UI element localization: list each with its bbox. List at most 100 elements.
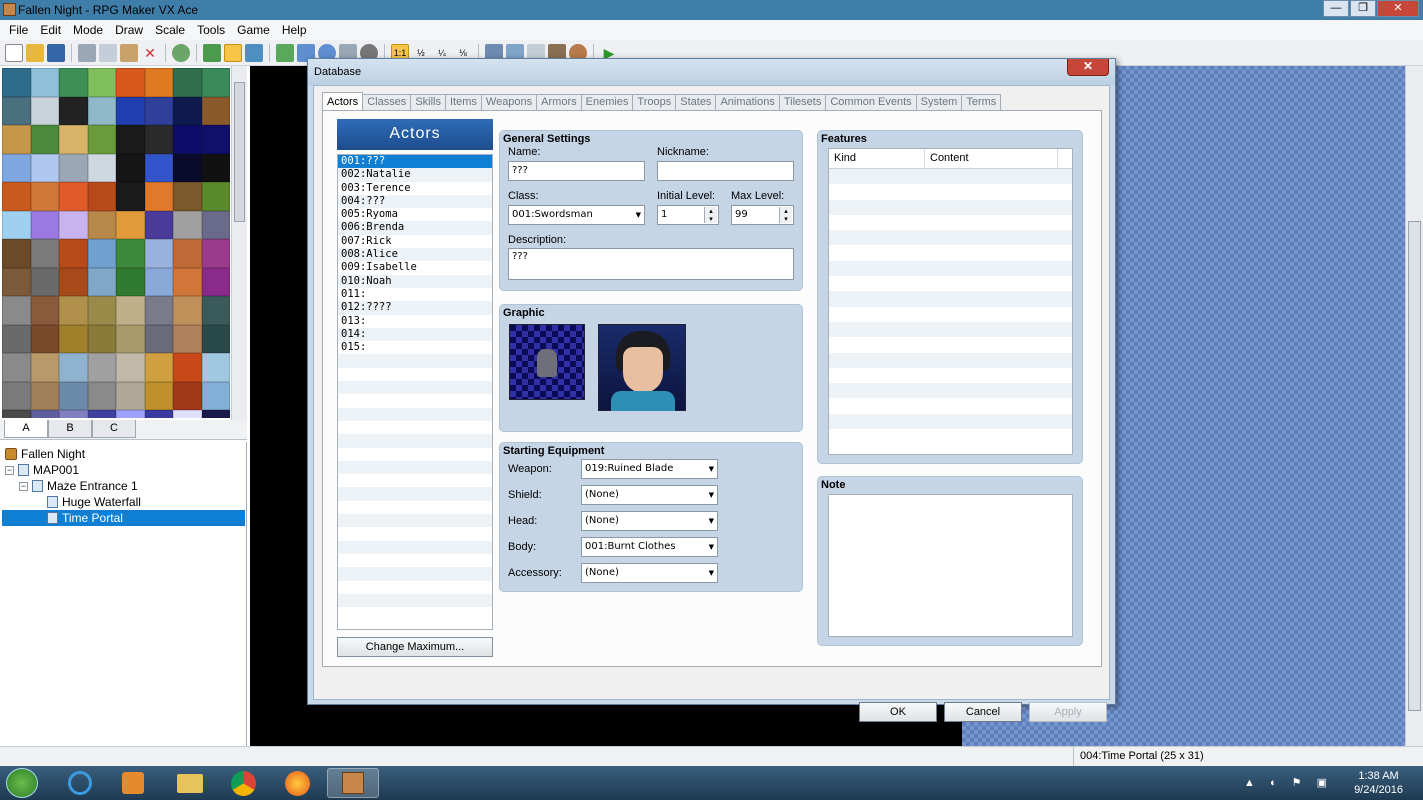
head-select[interactable]: (None) bbox=[581, 511, 718, 531]
region-layer-icon[interactable] bbox=[245, 43, 263, 62]
actor-list-item[interactable]: 013: bbox=[338, 315, 492, 328]
tile-swatch[interactable] bbox=[59, 153, 88, 182]
tile-swatch[interactable] bbox=[2, 410, 31, 418]
tile-swatch[interactable] bbox=[2, 68, 31, 97]
tile-swatch[interactable] bbox=[144, 153, 173, 182]
menu-help[interactable]: Help bbox=[276, 23, 313, 37]
tile-swatch[interactable] bbox=[144, 210, 173, 239]
tile-swatch[interactable] bbox=[87, 296, 116, 325]
weapon-select[interactable]: 019:Ruined Blade bbox=[581, 459, 718, 479]
actor-list-item[interactable]: 006:Brenda bbox=[338, 221, 492, 235]
tileset-palette[interactable] bbox=[0, 66, 247, 420]
description-field[interactable]: ??? bbox=[508, 248, 794, 280]
tile-swatch[interactable] bbox=[116, 267, 145, 296]
tile-swatch[interactable] bbox=[201, 267, 230, 296]
tile-swatch[interactable] bbox=[87, 267, 116, 296]
collapse-icon[interactable]: − bbox=[5, 465, 14, 475]
tileset-tab-c[interactable]: C bbox=[92, 420, 136, 438]
tile-swatch[interactable] bbox=[201, 381, 230, 410]
initial-level-stepper[interactable]: 1 bbox=[657, 205, 719, 225]
map-layer-icon[interactable] bbox=[203, 43, 221, 62]
actor-list-item[interactable] bbox=[338, 581, 492, 594]
features-row[interactable] bbox=[829, 337, 1072, 352]
actor-list-item[interactable]: 008:Alice bbox=[338, 248, 492, 262]
note-textarea[interactable] bbox=[828, 494, 1073, 637]
tile-swatch[interactable] bbox=[59, 324, 88, 353]
tile-swatch[interactable] bbox=[144, 410, 173, 418]
tile-swatch[interactable] bbox=[59, 125, 88, 154]
tile-swatch[interactable] bbox=[59, 353, 88, 382]
tile-swatch[interactable] bbox=[87, 153, 116, 182]
tab-system[interactable]: System bbox=[916, 94, 963, 111]
tab-actors[interactable]: Actors bbox=[322, 92, 364, 111]
features-row[interactable] bbox=[829, 230, 1072, 246]
character-sprite-image[interactable] bbox=[509, 324, 585, 400]
actor-list-item[interactable]: 002:Natalie bbox=[338, 168, 492, 182]
actor-list-item[interactable] bbox=[338, 394, 492, 407]
tile-swatch[interactable] bbox=[30, 68, 59, 97]
tile-swatch[interactable] bbox=[2, 239, 31, 268]
tile-swatch[interactable] bbox=[59, 68, 88, 97]
tile-swatch[interactable] bbox=[2, 324, 31, 353]
pencil-icon[interactable] bbox=[276, 43, 294, 62]
tile-grid[interactable] bbox=[2, 68, 230, 418]
change-maximum-button[interactable]: Change Maximum... bbox=[337, 637, 493, 657]
menu-mode[interactable]: Mode bbox=[67, 23, 109, 37]
open-project-icon[interactable] bbox=[26, 43, 44, 62]
tile-swatch[interactable] bbox=[116, 125, 145, 154]
tile-swatch[interactable] bbox=[144, 68, 173, 97]
save-project-icon[interactable] bbox=[47, 43, 65, 62]
ok-button[interactable]: OK bbox=[859, 702, 937, 722]
delete-icon[interactable]: ✕ bbox=[141, 44, 159, 62]
tile-swatch[interactable] bbox=[30, 182, 59, 211]
file-explorer-icon[interactable] bbox=[164, 768, 216, 798]
tile-swatch[interactable] bbox=[116, 153, 145, 182]
tile-swatch[interactable] bbox=[173, 125, 202, 154]
actor-list-item[interactable]: 011: bbox=[338, 288, 492, 301]
tile-swatch[interactable] bbox=[2, 381, 31, 410]
tile-swatch[interactable] bbox=[30, 353, 59, 382]
features-row[interactable] bbox=[829, 245, 1072, 260]
tile-swatch[interactable] bbox=[201, 296, 230, 325]
tileset-scrollbar[interactable] bbox=[231, 66, 247, 420]
menu-scale[interactable]: Scale bbox=[149, 23, 191, 37]
tile-swatch[interactable] bbox=[116, 68, 145, 97]
actors-list[interactable]: 001:??? 002:Natalie 003:Terence 004:??? 005:… bbox=[337, 154, 493, 630]
tile-swatch[interactable] bbox=[201, 153, 230, 182]
tile-swatch[interactable] bbox=[144, 296, 173, 325]
tileset-tab-a[interactable]: A bbox=[4, 420, 48, 438]
tile-swatch[interactable] bbox=[201, 182, 230, 211]
tab-weapons[interactable]: Weapons bbox=[481, 94, 538, 111]
tile-swatch[interactable] bbox=[201, 410, 230, 418]
features-row[interactable] bbox=[829, 383, 1072, 399]
menu-draw[interactable]: Draw bbox=[109, 23, 149, 37]
taskbar-clock[interactable]: 1:38 AM 9/24/2016 bbox=[1354, 769, 1403, 797]
tab-items[interactable]: Items bbox=[445, 94, 482, 111]
tile-swatch[interactable] bbox=[116, 324, 145, 353]
tile-swatch[interactable] bbox=[116, 381, 145, 410]
actor-list-item[interactable] bbox=[338, 540, 492, 554]
tile-swatch[interactable] bbox=[116, 182, 145, 211]
paste-icon[interactable] bbox=[120, 43, 138, 62]
actor-list-item[interactable]: 012:???? bbox=[338, 301, 492, 315]
features-row[interactable] bbox=[829, 368, 1072, 383]
dialog-title-bar[interactable]: Database ✕ bbox=[308, 59, 1115, 85]
features-row[interactable] bbox=[829, 215, 1072, 230]
tile-swatch[interactable] bbox=[59, 239, 88, 268]
tile-swatch[interactable] bbox=[87, 125, 116, 154]
tile-swatch[interactable] bbox=[116, 296, 145, 325]
features-row[interactable] bbox=[829, 413, 1072, 430]
tile-swatch[interactable] bbox=[2, 153, 31, 182]
features-row[interactable] bbox=[829, 276, 1072, 291]
tile-swatch[interactable] bbox=[173, 410, 202, 418]
actor-list-item[interactable] bbox=[338, 460, 492, 475]
tile-swatch[interactable] bbox=[144, 182, 173, 211]
tile-swatch[interactable] bbox=[201, 353, 230, 382]
tile-swatch[interactable] bbox=[144, 267, 173, 296]
actor-list-item[interactable]: 015: bbox=[338, 341, 492, 354]
tab-common-events[interactable]: Common Events bbox=[826, 94, 917, 111]
collapse-icon[interactable]: − bbox=[19, 481, 28, 491]
tileset-tab-b[interactable]: B bbox=[48, 420, 92, 438]
tile-swatch[interactable] bbox=[116, 353, 145, 382]
tile-swatch[interactable] bbox=[201, 68, 230, 97]
